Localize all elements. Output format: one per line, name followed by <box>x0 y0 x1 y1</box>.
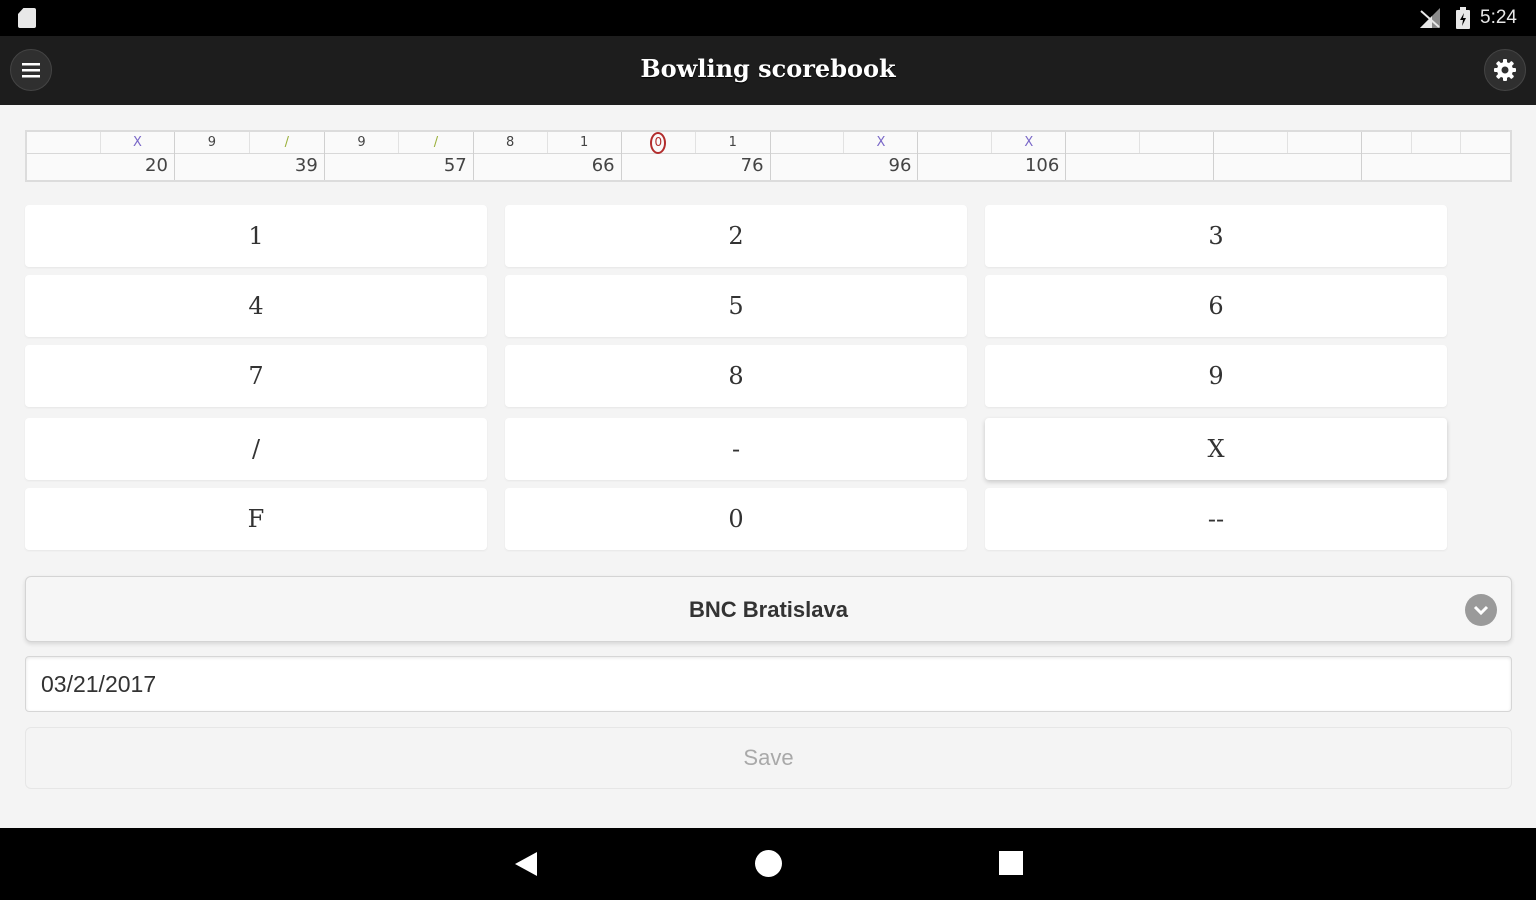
keypad-key[interactable]: - <box>505 418 967 480</box>
recents-icon[interactable] <box>999 851 1023 875</box>
score-frame <box>1362 132 1511 180</box>
frame-roll <box>1066 132 1141 153</box>
frame-roll <box>1214 132 1289 153</box>
home-icon[interactable] <box>755 850 782 877</box>
keypad-key[interactable]: 6 <box>985 275 1447 337</box>
score-frame: 0 1 76 <box>621 132 771 180</box>
navigation-bar <box>0 828 1536 900</box>
frame-roll: X <box>1024 135 1034 150</box>
frame-roll <box>1461 132 1510 153</box>
keypad-key[interactable]: 1 <box>25 205 487 267</box>
scorecard: X 20 9/39 9/57 8 1 66 0 1 76 X 96 X 106 <box>25 130 1512 182</box>
date-field[interactable] <box>25 656 1512 712</box>
frame-roll <box>1412 132 1462 153</box>
keypad-key[interactable]: 3 <box>985 205 1447 267</box>
frame-total: 66 <box>591 155 615 176</box>
frame-total: 39 <box>294 155 318 176</box>
frame-total: 20 <box>145 155 168 176</box>
frame-roll: 1 <box>580 135 589 150</box>
status-bar: 5:24 <box>0 0 1536 36</box>
frame-total: 76 <box>740 155 764 176</box>
save-button[interactable]: Save <box>25 727 1512 789</box>
frame-roll: 8 <box>474 132 548 153</box>
frame-roll: 1 <box>728 135 737 150</box>
frame-roll: X <box>876 135 886 150</box>
app-title: Bowling scorebook <box>640 54 896 83</box>
gear-icon[interactable] <box>1484 49 1526 91</box>
frame-roll: X <box>132 135 142 150</box>
frame-roll: 9 <box>325 132 400 153</box>
location-select-label: BNC Bratislava <box>689 597 848 622</box>
score-frame: 9 / 39 <box>174 132 325 180</box>
score-frame: X 106 <box>918 132 1067 180</box>
frame-roll: 0 <box>622 132 697 154</box>
frame-total: 57 <box>443 155 467 176</box>
score-frame: X 20 <box>27 132 175 180</box>
keypad-key[interactable]: X <box>985 418 1447 480</box>
score-frame: 9 / 57 <box>324 132 474 180</box>
keypad-key[interactable]: F <box>25 488 487 550</box>
frame-roll <box>771 132 845 153</box>
score-frame <box>1214 132 1363 180</box>
keypad-key[interactable]: 0 <box>505 488 967 550</box>
frame-total: 96 <box>888 155 912 176</box>
frame-roll <box>1140 132 1213 153</box>
frame-roll: 9 <box>175 132 250 153</box>
frame-roll: / <box>433 135 439 150</box>
keypad-key[interactable]: 7 <box>25 345 487 407</box>
back-icon[interactable] <box>513 850 539 878</box>
score-frame <box>1066 132 1215 180</box>
current-roll-marker: 0 <box>650 132 667 154</box>
keypad-key[interactable]: 9 <box>985 345 1447 407</box>
frame-roll <box>918 132 993 153</box>
keypad-key[interactable]: 4 <box>25 275 487 337</box>
score-frame: 8 1 66 <box>473 132 622 180</box>
keypad-key[interactable]: 2 <box>505 205 967 267</box>
sd-card-icon <box>18 8 36 28</box>
keypad-key[interactable]: 5 <box>505 275 967 337</box>
keypad-key[interactable]: 8 <box>505 345 967 407</box>
frame-roll <box>27 132 101 153</box>
battery-icon <box>1456 7 1470 29</box>
score-frame: X 96 <box>770 132 919 180</box>
location-select[interactable]: BNC Bratislava <box>25 576 1512 642</box>
frame-roll <box>1288 132 1361 153</box>
chevron-down-icon <box>1465 594 1497 626</box>
keypad-key[interactable]: / <box>25 418 487 480</box>
frame-total: 106 <box>1024 155 1060 176</box>
signal-icon <box>1420 8 1440 28</box>
frame-roll <box>1362 132 1412 153</box>
app-bar: Bowling scorebook <box>0 36 1536 105</box>
frame-roll: / <box>284 135 290 150</box>
keypad-key[interactable]: -- <box>985 488 1447 550</box>
clock: 5:24 <box>1480 7 1517 28</box>
